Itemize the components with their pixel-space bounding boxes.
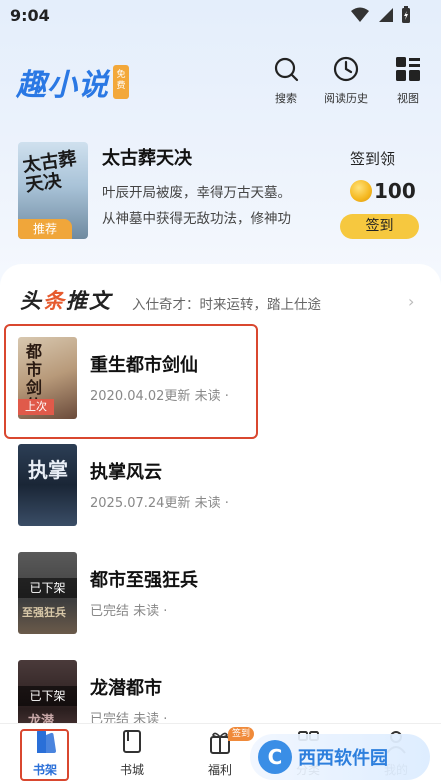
nav-selection-highlight <box>20 729 69 781</box>
history-label: 阅读历史 <box>324 92 368 105</box>
recommend-title[interactable]: 太古葬天决 <box>102 144 192 170</box>
history-button[interactable]: 阅读历史 <box>316 56 376 106</box>
book-item[interactable]: 执掌 执掌风云 2025.07.24更新 未读 · <box>18 444 438 526</box>
recommend-book-cover[interactable]: 太古葬天决 推荐 <box>18 142 88 239</box>
status-time: 9:04 <box>10 6 50 25</box>
coin-amount: 100 <box>374 179 416 203</box>
nav-badge: 签到 <box>228 727 254 741</box>
section-title-part: 推文 <box>66 288 112 313</box>
signin-title: 签到领 <box>350 150 396 168</box>
book-icon <box>123 730 141 753</box>
clock-icon <box>333 56 359 82</box>
wifi-icon <box>351 7 369 22</box>
grid-view-icon <box>396 57 420 81</box>
coin-icon <box>350 180 372 202</box>
book-cover: 执掌 <box>18 444 77 526</box>
section-title-part: 条 <box>43 288 66 313</box>
watermark-text: 西西软件园 <box>298 748 388 769</box>
cover-title-art: 执掌 <box>28 458 68 482</box>
book-title: 龙潜都市 <box>90 678 162 699</box>
signal-icon <box>379 8 393 22</box>
app-logo: 趣小说 免费 <box>16 60 129 104</box>
search-icon <box>274 57 299 82</box>
search-label: 搜索 <box>275 92 297 105</box>
recommend-description: 叶辰开局被废，幸得万古天墓。 从神墓中获得无敌功法，修神功 <box>102 180 332 232</box>
book-title: 都市至强狂兵 <box>90 570 198 591</box>
book-meta: 2025.07.24更新 未读 · <box>90 496 229 511</box>
section-title: 头条推文 <box>20 285 112 315</box>
nav-bookstore[interactable]: 书城 <box>102 729 162 778</box>
view-label: 视图 <box>397 92 419 105</box>
logo-text: 趣小说 <box>16 68 109 103</box>
logo-badge: 免费 <box>113 65 129 99</box>
unavailable-label: 已下架 <box>18 686 77 706</box>
section-title-part: 头 <box>20 288 43 313</box>
selection-highlight <box>4 324 258 439</box>
book-cover: 已下架 至强狂兵 <box>18 552 77 634</box>
view-button[interactable]: 视图 <box>378 56 438 106</box>
watermark: C 西西软件园 <box>250 734 430 780</box>
chevron-right-icon[interactable]: › <box>408 292 414 311</box>
cover-title-art: 至强狂兵 <box>22 606 66 619</box>
recommend-tag: 推荐 <box>18 219 72 239</box>
book-item[interactable]: 已下架 至强狂兵 都市至强狂兵 已完结 未读 · <box>18 552 438 634</box>
watermark-logo: C <box>258 740 292 774</box>
recommend-desc-line: 从神墓中获得无敌功法，修神功 <box>102 211 291 227</box>
status-icons <box>351 6 411 24</box>
search-button[interactable]: 搜索 <box>256 56 316 106</box>
book-meta: 已完结 未读 · <box>90 604 168 619</box>
status-bar: 9:04 <box>0 0 441 32</box>
book-title: 执掌风云 <box>90 462 162 483</box>
nav-label: 福利 <box>207 763 232 777</box>
unavailable-label: 已下架 <box>18 578 77 598</box>
recommend-desc-line: 叶辰开局被废，幸得万古天墓。 <box>102 185 291 201</box>
cover-title-art: 太古葬天决 <box>21 148 78 197</box>
nav-label: 书城 <box>119 763 144 777</box>
battery-icon <box>402 6 410 23</box>
section-subtitle[interactable]: 入仕奇才：时来运转，踏上仕途 <box>132 293 321 313</box>
signin-button[interactable]: 签到 <box>340 214 419 239</box>
